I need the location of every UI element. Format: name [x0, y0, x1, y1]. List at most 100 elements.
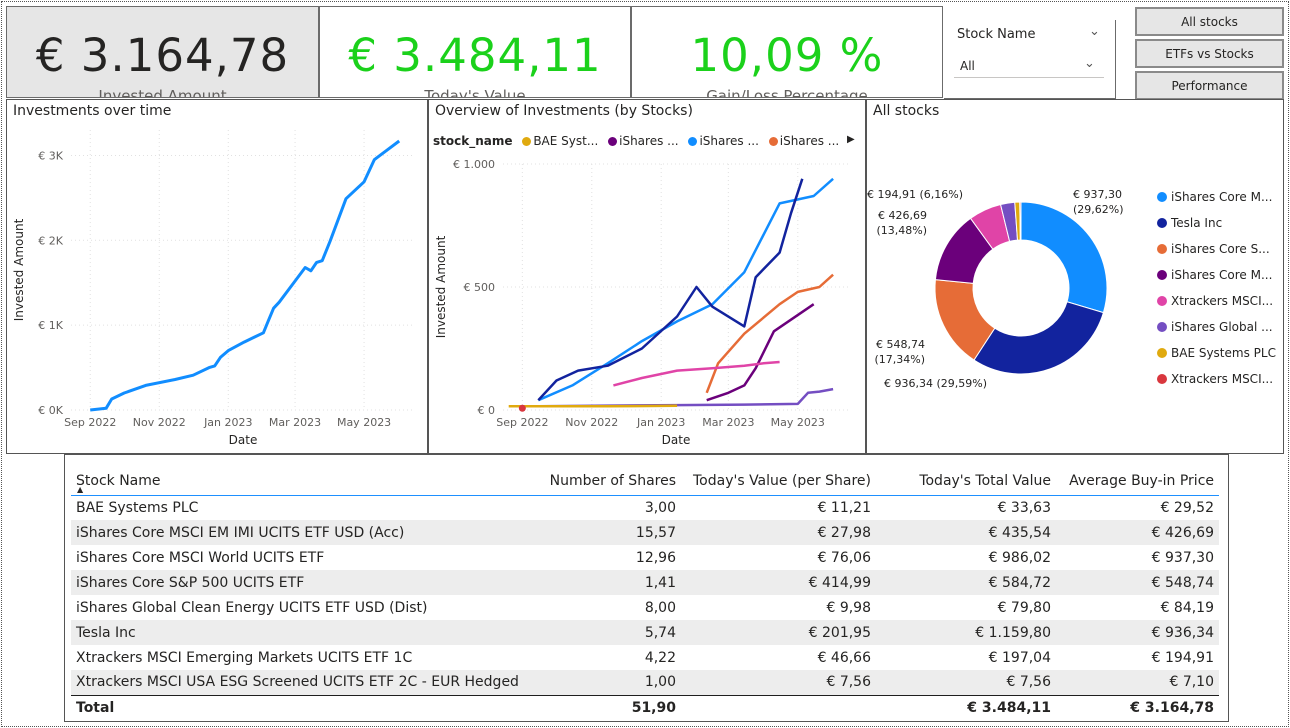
stock-name-dropdown[interactable]: All ⌄ [954, 53, 1104, 78]
column-header-number-of-shares[interactable]: Number of Shares [531, 455, 681, 496]
column-header-todays-total-value[interactable]: Today's Total Value [876, 455, 1056, 496]
kpi-invested-amount: € 3.164,78 Invested Amount [6, 6, 319, 98]
table-cell: iShares Global Clean Energy UCITS ETF US… [76, 599, 428, 616]
donut-data-label: (13,48%) [876, 224, 927, 237]
overview-by-stocks-chart[interactable]: Overview of Investments (by Stocks) stoc… [428, 99, 866, 454]
x-tick-label: Jan 2023 [636, 416, 685, 429]
kpi-value: 10,09 % [690, 29, 884, 82]
table-cell: € 9,98 [826, 599, 871, 616]
chart-title: All stocks [873, 103, 940, 119]
legend-item[interactable]: iShares Global ... [1157, 320, 1276, 346]
legend-dot-icon [522, 137, 532, 146]
legend-next-arrow-icon[interactable]: ▶ [847, 134, 855, 145]
legend-label: BAE Systems PLC [1171, 346, 1276, 360]
all-stocks-button[interactable]: All stocks [1135, 7, 1284, 36]
table-row[interactable]: Tesla Inc 5,74 € 201,95 € 1.159,80 € 936,34 [71, 620, 1219, 645]
legend-item[interactable]: BAE Systems PLC [1157, 346, 1276, 372]
legend-item[interactable]: iShares ... [768, 134, 840, 148]
kpi-label: Gain/Loss Percentage [706, 87, 868, 98]
x-tick-label: May 2023 [337, 416, 391, 429]
series-line-xtr_em [613, 360, 780, 387]
legend-label: iShares ... [699, 134, 759, 148]
donut-data-label: € 194,91 (6,16%) [867, 188, 963, 201]
chevron-down-icon[interactable]: ⌄ [1089, 24, 1100, 39]
chart-legend: stock_name BAE Syst... iShares ... iShar… [433, 134, 855, 148]
total-average-buy-in-price: € 3.164,78 [1056, 694, 1219, 721]
series-line-core_world [537, 177, 834, 402]
series-line-bae [508, 404, 678, 408]
legend-item[interactable]: Xtrackers MSCI... [1157, 294, 1276, 320]
table-cell: € 937,30 [1151, 549, 1214, 566]
legend-item[interactable]: BAE Syst... [522, 134, 598, 148]
x-tick-label: Jan 2023 [203, 416, 252, 429]
table-cell: Tesla Inc [71, 620, 531, 645]
y-tick-label: € 1K [38, 319, 63, 332]
legend-item[interactable]: iShares Core M... [1157, 190, 1276, 216]
table-row[interactable]: iShares Core MSCI EM IMI UCITS ETF USD (… [71, 520, 1219, 545]
table-row[interactable]: iShares Global Clean Energy UCITS ETF US… [71, 595, 1219, 620]
x-tick-label: Sep 2022 [496, 416, 548, 429]
table-cell: € 11,21 [817, 499, 871, 516]
legend-dot-icon [1157, 218, 1167, 228]
table-cell: € 1.159,80 [876, 620, 1056, 645]
table-cell: € 414,99 [681, 570, 876, 595]
y-tick-label: € 1.000 [453, 158, 495, 171]
legend-item[interactable]: Xtrackers MSCI... [1157, 372, 1276, 398]
table-cell: iShares Core MSCI EM IMI UCITS ETF USD (… [71, 520, 531, 545]
legend-dot-icon [1157, 192, 1167, 202]
kpi-value: € 3.484,11 [348, 29, 602, 82]
donut-slice-tesla [973, 301, 1105, 375]
x-axis-title: Date [662, 433, 691, 447]
series-point-xtr_usa [518, 404, 526, 412]
x-tick-label: Mar 2023 [702, 416, 754, 429]
total-number-of-shares: 51,90 [531, 694, 681, 721]
table-row[interactable]: BAE Systems PLC 3,00 € 11,21 € 33,63 € 29,52 [71, 495, 1219, 520]
legend-label: iShares Core M... [1171, 268, 1273, 282]
column-header-stock-name[interactable]: Stock Name ▲ [71, 455, 531, 496]
legend-label: iShares ... [779, 134, 840, 148]
donut-data-label: € 937,30 [1073, 188, 1122, 201]
all-stocks-donut-chart[interactable]: All stocks € 937,30 (29,62%) € 936,34 (29,… [866, 99, 1284, 454]
stock-name-slicer: Stock Name ⌄ All ⌄ [944, 20, 1116, 99]
table-cell: € 84,19 [1160, 599, 1214, 616]
legend-item[interactable]: Tesla Inc [1157, 216, 1276, 242]
x-tick-label: May 2023 [771, 416, 825, 429]
legend-item[interactable]: iShares Core S... [1157, 242, 1276, 268]
legend-item[interactable]: iShares Core M... [1157, 268, 1276, 294]
legend-label: Xtrackers MSCI... [1171, 372, 1274, 386]
multi-line-chart-svg: Sep 2022 Nov 2022 Jan 2023 Mar 2023 May 2023… [434, 158, 849, 447]
table-cell: 1,00 [531, 670, 681, 695]
donut-data-label: (17,34%) [874, 353, 925, 366]
chart-title: Investments over time [13, 103, 172, 119]
series-line-tesla [537, 178, 804, 402]
dropdown-selected-value: All [960, 59, 975, 73]
etfs-vs-stocks-button[interactable]: ETFs vs Stocks [1135, 39, 1284, 68]
series-line-clean_energy [538, 387, 834, 408]
table-cell: € 7,56 [681, 670, 876, 695]
table-cell: Xtrackers MSCI USA ESG Screened UCITS ET… [71, 670, 531, 695]
table-cell: € 7,10 [1056, 670, 1219, 695]
table-cell: Xtrackers MSCI Emerging Markets UCITS ET… [76, 649, 413, 666]
y-axis-title: Invested Amount [434, 235, 448, 338]
table-cell: € 29,52 [1160, 499, 1214, 516]
table-row[interactable]: Xtrackers MSCI Emerging Markets UCITS ET… [71, 645, 1219, 670]
legend-item[interactable]: iShares ... [688, 134, 759, 148]
table-cell: iShares Core MSCI World UCITS ETF [76, 549, 325, 566]
column-header-todays-value-per-share[interactable]: Today's Value (per Share) [681, 455, 876, 496]
table-row[interactable]: iShares Core S&P 500 UCITS ETF 1,41 € 414,… [71, 570, 1219, 595]
total-todays-value-per-share [681, 694, 876, 721]
table-cell: € 201,95 [681, 620, 876, 645]
table-cell: 3,00 [644, 499, 676, 516]
y-tick-label: € 0 [478, 404, 496, 417]
kpi-gain-loss-percentage: 10,09 % Gain/Loss Percentage [631, 6, 943, 98]
investments-over-time-chart[interactable]: Investments over time Sep 2022 Nov 2022 Ja… [6, 99, 428, 454]
total-label: Total [71, 694, 531, 721]
column-header-average-buy-in-price[interactable]: Average Buy-in Price [1056, 455, 1219, 496]
legend-dot-icon [768, 137, 778, 146]
legend-item[interactable]: iShares ... [608, 134, 679, 148]
legend-dot-icon [1157, 348, 1167, 358]
performance-button[interactable]: Performance [1135, 71, 1284, 100]
table-row[interactable]: iShares Core MSCI World UCITS ETF 12,96 € … [71, 545, 1219, 570]
table-row[interactable]: Xtrackers MSCI USA ESG Screened UCITS ET… [71, 670, 1219, 695]
table-cell: € 194,91 [1151, 649, 1214, 666]
